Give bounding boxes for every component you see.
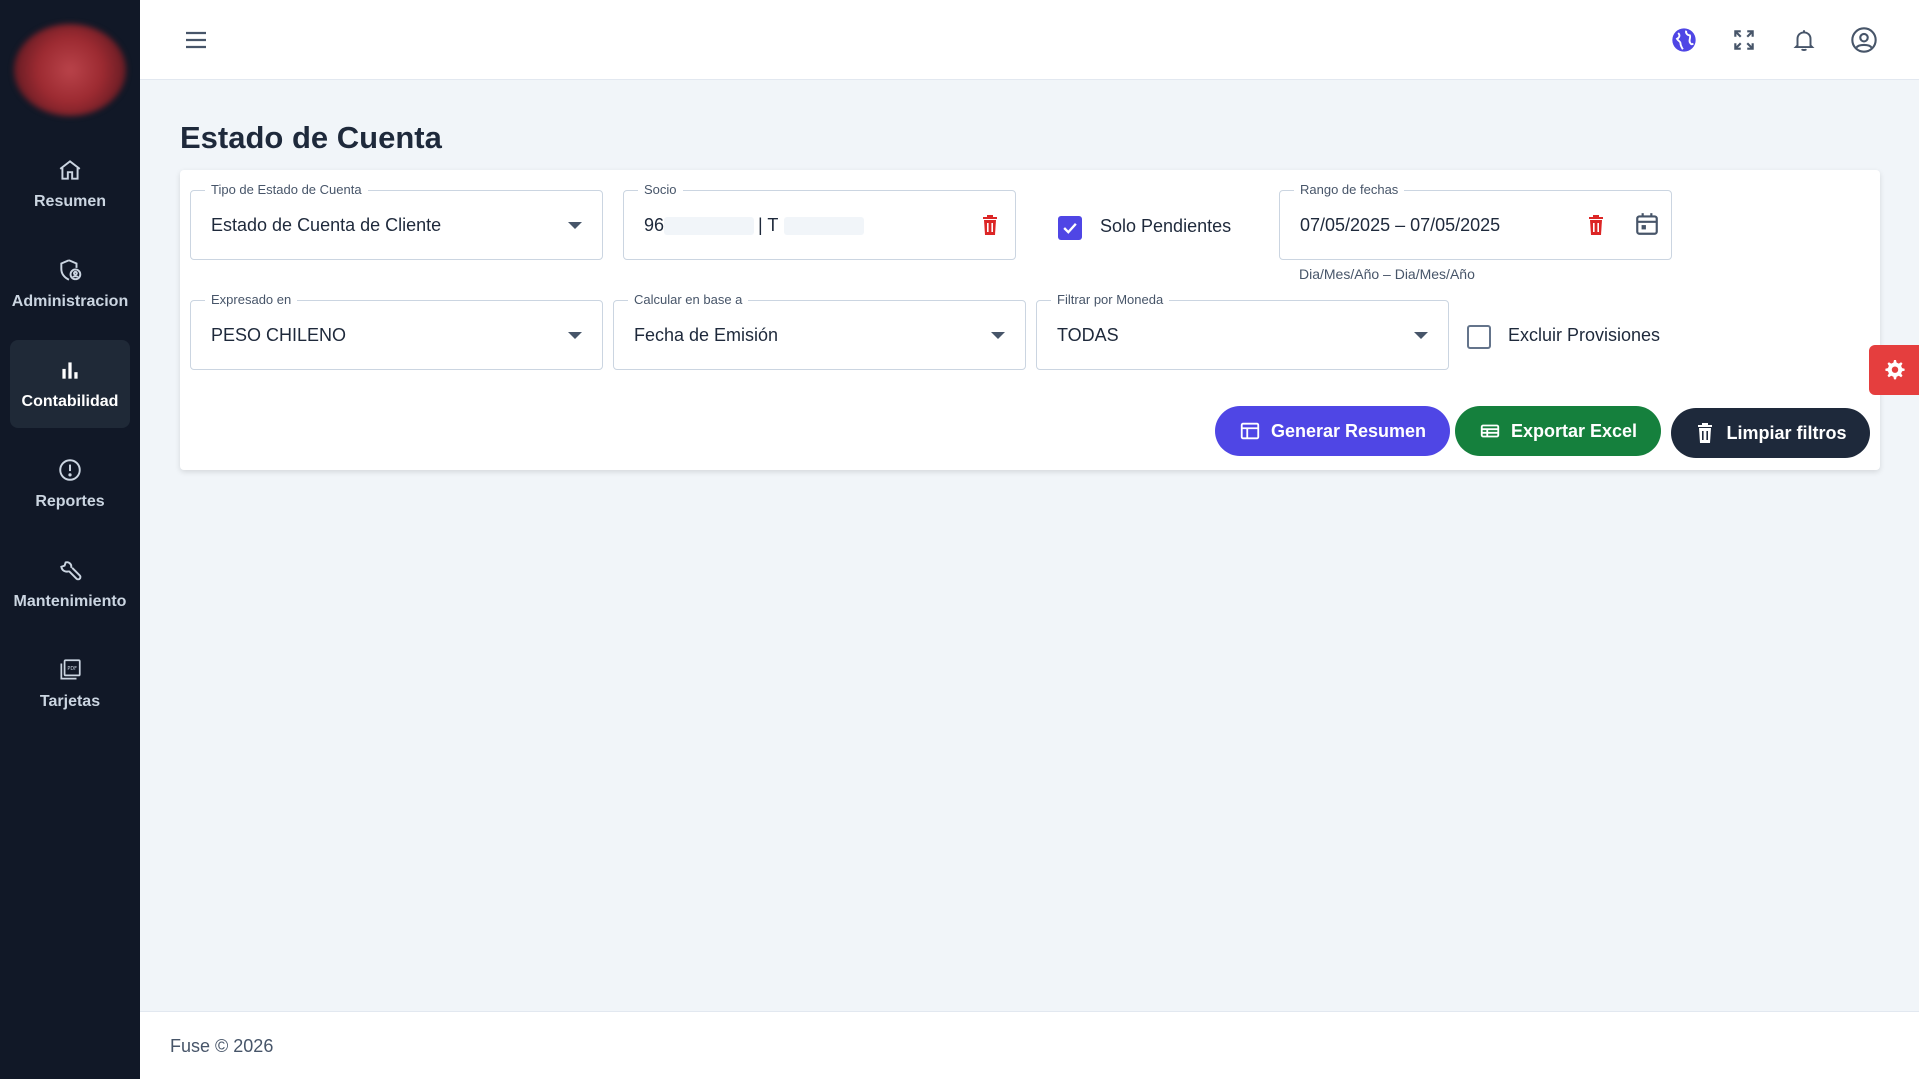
trash-icon[interactable] bbox=[980, 214, 1000, 236]
sidebar-item-label: Tarjetas bbox=[39, 693, 101, 710]
tipo-estado-select[interactable]: Tipo de Estado de Cuenta Estado de Cuent… bbox=[190, 182, 603, 260]
exportar-excel-button[interactable]: Exportar Excel bbox=[1455, 406, 1661, 456]
calendar-icon[interactable] bbox=[1634, 211, 1660, 237]
sidebar-item-label: Administracion bbox=[11, 293, 129, 310]
avatar[interactable] bbox=[14, 24, 126, 116]
shield-user-icon bbox=[60, 259, 82, 281]
sidebar: Resumen Administracion Contabilidad Repo… bbox=[0, 0, 140, 1079]
sidebar-item-mantenimiento[interactable]: Mantenimiento bbox=[10, 540, 130, 628]
bell-icon[interactable] bbox=[1788, 24, 1820, 56]
solo-pendientes-label: Solo Pendientes bbox=[1100, 216, 1232, 236]
generar-resumen-button[interactable]: Generar Resumen bbox=[1215, 406, 1450, 456]
page-title: Estado de Cuenta bbox=[180, 120, 442, 155]
rango-fechas-field[interactable]: Rango de fechas 07/05/2025 – 07/05/2025 bbox=[1279, 182, 1672, 260]
sidebar-item-label: Reportes bbox=[35, 493, 105, 510]
sidebar-item-reportes[interactable]: Reportes bbox=[10, 440, 130, 528]
footer: Fuse © 2026 bbox=[140, 1011, 1919, 1079]
field-value: TODAS bbox=[1057, 325, 1119, 345]
fullscreen-icon[interactable] bbox=[1728, 24, 1760, 56]
socio-field[interactable]: Socio 96 | T bbox=[623, 182, 1016, 260]
field-label: Socio bbox=[638, 182, 683, 197]
sidebar-item-label: Mantenimiento bbox=[13, 593, 127, 610]
field-value: PESO CHILENO bbox=[211, 325, 347, 345]
socio-value-mid: | T bbox=[758, 215, 779, 235]
field-label: Rango de fechas bbox=[1294, 182, 1405, 197]
filter-card: Tipo de Estado de Cuenta Estado de Cuent… bbox=[180, 170, 1880, 470]
solo-pendientes-checkbox[interactable] bbox=[1058, 216, 1082, 240]
chevron-down-icon bbox=[568, 222, 582, 229]
chevron-down-icon bbox=[991, 332, 1005, 339]
field-label: Expresado en bbox=[205, 292, 298, 307]
limpiar-filtros-button[interactable]: Limpiar filtros bbox=[1671, 408, 1870, 458]
globe-icon[interactable] bbox=[1668, 24, 1700, 56]
field-value: Fecha de Emisión bbox=[634, 325, 779, 345]
chevron-down-icon bbox=[568, 332, 582, 339]
date-format-hint: Dia/Mes/Año – Dia/Mes/Año bbox=[1299, 266, 1475, 282]
user-circle-icon[interactable] bbox=[1848, 24, 1880, 56]
field-value: 07/05/2025 – 07/05/2025 bbox=[1300, 215, 1501, 235]
field-label: Tipo de Estado de Cuenta bbox=[205, 182, 368, 197]
table-icon bbox=[1240, 422, 1260, 440]
button-label: Limpiar filtros bbox=[1726, 422, 1847, 443]
pdf-stack-icon: PDF bbox=[60, 659, 81, 680]
spreadsheet-icon bbox=[1480, 424, 1500, 438]
footer-text: Fuse © 2026 bbox=[170, 1036, 274, 1056]
sidebar-item-resumen[interactable]: Resumen bbox=[10, 140, 130, 228]
menu-icon[interactable] bbox=[182, 26, 210, 54]
redacted-block bbox=[784, 217, 864, 235]
socio-value-prefix: 96 bbox=[644, 215, 665, 235]
sidebar-item-label: Contabilidad bbox=[21, 393, 119, 410]
svg-text:PDF: PDF bbox=[67, 666, 77, 672]
trash-icon bbox=[1698, 423, 1713, 443]
sidebar-item-contabilidad[interactable]: Contabilidad bbox=[10, 340, 130, 428]
settings-button[interactable] bbox=[1869, 345, 1919, 395]
calcular-base-select[interactable]: Calcular en base a Fecha de Emisión bbox=[613, 292, 1026, 370]
topbar bbox=[140, 0, 1919, 80]
wrench-icon bbox=[60, 561, 82, 581]
bar-chart-icon bbox=[62, 362, 78, 379]
field-label: Calcular en base a bbox=[628, 292, 749, 307]
button-label: Generar Resumen bbox=[1270, 420, 1427, 441]
home-icon bbox=[59, 160, 81, 180]
sidebar-item-tarjetas[interactable]: PDF Tarjetas bbox=[10, 640, 130, 728]
field-label: Filtrar por Moneda bbox=[1051, 292, 1170, 307]
chevron-down-icon bbox=[1414, 332, 1428, 339]
excluir-provisiones-label: Excluir Provisiones bbox=[1508, 325, 1661, 345]
excluir-provisiones-checkbox[interactable] bbox=[1467, 325, 1491, 349]
expresado-en-select[interactable]: Expresado en PESO CHILENO bbox=[190, 292, 603, 370]
redacted-block bbox=[664, 217, 754, 235]
alert-circle-icon bbox=[59, 459, 81, 481]
field-value: Estado de Cuenta de Cliente bbox=[211, 215, 442, 235]
gear-icon bbox=[1885, 360, 1905, 380]
sidebar-item-label: Resumen bbox=[33, 193, 107, 210]
sidebar-item-administracion[interactable]: Administracion bbox=[10, 240, 130, 328]
filtrar-moneda-select[interactable]: Filtrar por Moneda TODAS bbox=[1036, 292, 1449, 370]
trash-icon[interactable] bbox=[1586, 214, 1606, 236]
button-label: Exportar Excel bbox=[1510, 420, 1638, 441]
